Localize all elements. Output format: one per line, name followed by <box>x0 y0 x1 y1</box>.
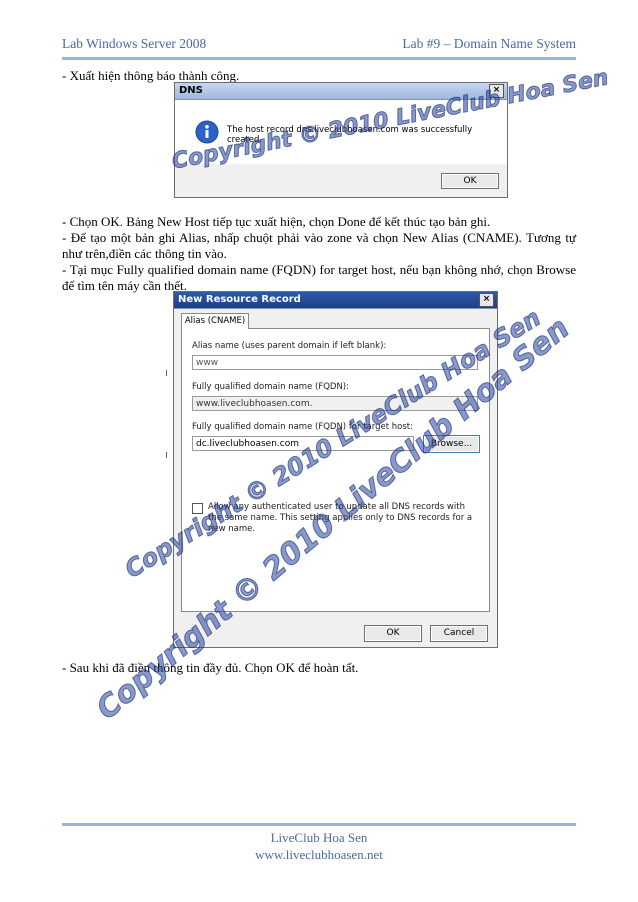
ok-button[interactable]: OK <box>441 173 499 189</box>
record-dialog-titlebar: New Resource Record × <box>174 292 497 309</box>
alias-name-label: Alias name (uses parent domain if left b… <box>192 341 387 351</box>
header-left: Lab Windows Server 2008 <box>62 36 207 51</box>
tab-panel: Alias name (uses parent domain if left b… <box>181 328 490 612</box>
target-host-input[interactable]: dc.liveclubhoasen.com <box>192 436 414 451</box>
background-fragment <box>166 452 173 458</box>
allow-update-label: Allow any authenticated user to update a… <box>208 502 473 534</box>
dns-dialog-titlebar: DNS × <box>175 83 507 100</box>
footer-line-2: www.liveclubhoasen.net <box>255 847 383 862</box>
dns-dialog-message: The host record dns.liveclubhoasen.com w… <box>227 125 473 145</box>
ok-button[interactable]: OK <box>364 625 422 642</box>
allow-update-checkbox[interactable] <box>192 503 203 514</box>
close-icon[interactable]: × <box>489 84 504 98</box>
fqdn-label: Fully qualified domain name (FQDN): <box>192 382 349 392</box>
new-resource-record-dialog: New Resource Record × Alias (CNAME) Alia… <box>173 291 498 648</box>
background-fragment <box>166 370 173 376</box>
paragraph-2: - Chọn OK. Bảng New Host tiếp tục xuất h… <box>62 214 491 229</box>
alias-name-input[interactable]: www <box>192 355 478 370</box>
close-icon[interactable]: × <box>479 293 494 307</box>
header-rule <box>62 57 576 60</box>
target-host-label: Fully qualified domain name (FQDN) for t… <box>192 422 413 432</box>
page-footer: LiveClub Hoa Sen www.liveclubhoasen.net <box>0 829 638 863</box>
paragraph-5: - Sau khi đã điền thông tin đầy đủ. Chọn… <box>62 660 359 675</box>
page-header: Lab Windows Server 2008 Lab #9 – Domain … <box>62 36 576 54</box>
record-dialog-title: New Resource Record <box>178 294 301 305</box>
paragraph-3: - Để tạo một bản ghi Alias, nhấp chuột p… <box>62 230 576 261</box>
browse-button[interactable]: Browse... <box>423 435 480 453</box>
info-icon <box>195 120 219 144</box>
fqdn-field: www.liveclubhoasen.com. <box>192 396 478 411</box>
paragraph-4: - Tại mục Fully qualified domain name (F… <box>62 262 576 293</box>
dns-dialog: DNS × The host record dns.liveclubhoasen… <box>174 82 508 198</box>
cancel-button[interactable]: Cancel <box>430 625 488 642</box>
footer-rule <box>62 823 576 826</box>
footer-line-1: LiveClub Hoa Sen <box>270 830 368 845</box>
header-right: Lab #9 – Domain Name System <box>402 36 576 51</box>
tab-alias-cname[interactable]: Alias (CNAME) <box>181 313 249 329</box>
dns-dialog-title: DNS <box>179 85 203 96</box>
dns-dialog-body: The host record dns.liveclubhoasen.com w… <box>175 100 507 164</box>
